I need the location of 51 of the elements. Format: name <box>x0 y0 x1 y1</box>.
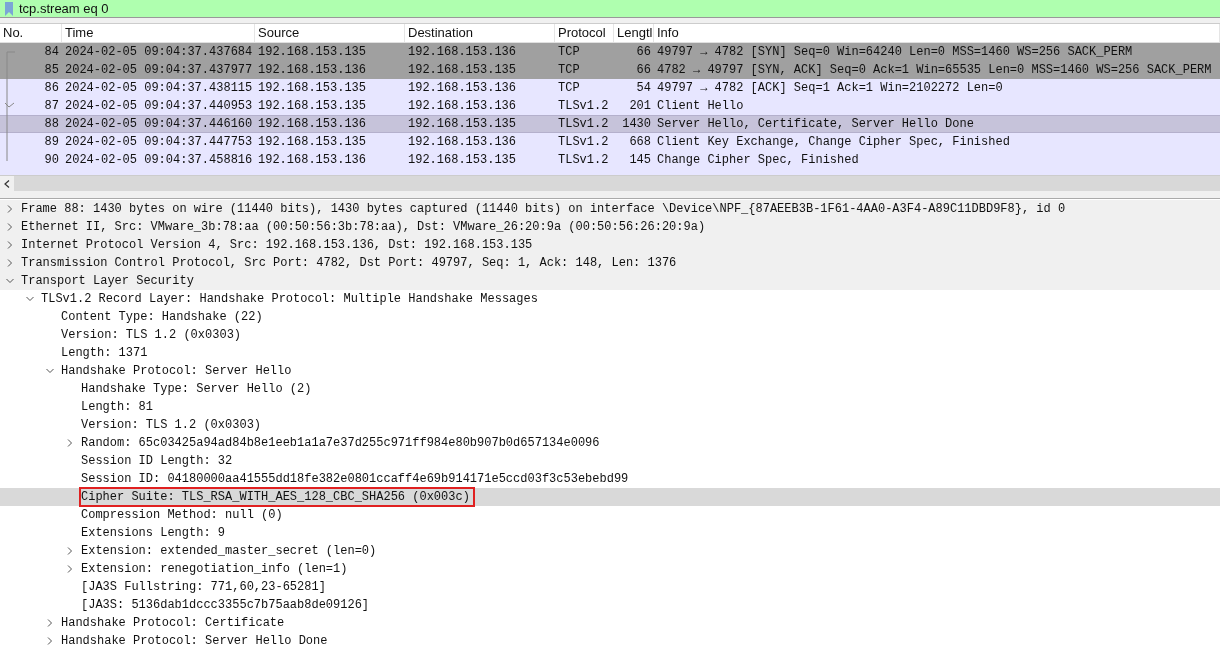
tree-item[interactable]: Handshake Protocol: Certificate <box>60 614 286 632</box>
tree-item[interactable]: Version: TLS 1.2 (0x0303) <box>80 416 263 434</box>
tree-item[interactable]: TLSv1.2 Record Layer: Handshake Protocol: Multiple Handshake Messages <box>40 290 539 308</box>
chevron-right-icon[interactable] <box>46 619 54 627</box>
chevron-right-icon[interactable] <box>6 223 14 231</box>
column-header[interactable]: Lengtl <box>614 24 654 42</box>
column-header[interactable]: Source <box>255 24 405 42</box>
packet-row[interactable]: 88 2024-02-05 09:04:37.446160 192.168.153.136 192.168.153.135 TLSv1.2 1430 Server Hello, Certificate, Server Hello Done <box>0 115 1220 133</box>
tree-item[interactable]: Content Type: Handshake (22) <box>60 308 264 326</box>
packet-row[interactable]: 84 2024-02-05 09:04:37.437684 192.168.153.135 192.168.153.136 TCP 66 49797 → 4782 [SYN] Seq=0 Win=64240 Len=0 MSS=1460 WS=256 SACK_PERM <box>0 43 1220 61</box>
tree-item[interactable]: Handshake Protocol: Server Hello Done <box>60 632 329 650</box>
chevron-down-icon[interactable] <box>46 367 54 375</box>
chevron-right-icon[interactable] <box>6 241 14 249</box>
horizontal-scrollbar[interactable] <box>0 175 1220 191</box>
packet-row[interactable]: 87 2024-02-05 09:04:37.440953 192.168.153.135 192.168.153.136 TLSv1.2 201 Client Hello <box>0 97 1220 115</box>
chevron-down-icon[interactable] <box>6 277 14 285</box>
tree-item[interactable]: Length: 1371 <box>60 344 149 362</box>
tree-item[interactable]: Extension: renegotiation_info (len=1) <box>80 560 349 578</box>
tree-item[interactable]: Extensions Length: 9 <box>80 524 227 542</box>
tree-item[interactable]: Length: 81 <box>80 398 154 416</box>
column-header[interactable]: Info <box>654 24 1220 42</box>
tree-item[interactable]: Random: 65c03425a94ad84b8e1eeb1a1a7e37d255c971ff984e80b907b0d657134e0096 <box>80 434 601 452</box>
bookmark-icon[interactable] <box>4 1 14 16</box>
tree-item[interactable]: Compression Method: null (0) <box>80 506 284 524</box>
tree-item[interactable]: Extension: extended_master_secret (len=0) <box>80 542 378 560</box>
chevron-right-icon[interactable] <box>6 205 14 213</box>
chevron-right-icon[interactable] <box>6 259 14 267</box>
tree-item[interactable]: Session ID Length: 32 <box>80 452 234 470</box>
packet-row[interactable]: 85 2024-02-05 09:04:37.437977 192.168.153.136 192.168.153.135 TCP 66 4782 → 49797 [SYN, ACK] Seq=0 Ack=1 Win=65535 Len=0 MSS=1460 WS=256 SACK_PERM <box>0 61 1220 79</box>
packet-row[interactable]: 89 2024-02-05 09:04:37.447753 192.168.153.135 192.168.153.136 TLSv1.2 668 Client Key Exchange, Change Cipher Spec, Finished <box>0 133 1220 151</box>
tree-item[interactable]: Version: TLS 1.2 (0x0303) <box>60 326 243 344</box>
tree-item[interactable]: [JA3S Fullstring: 771,60,23-65281] <box>80 578 327 596</box>
tree-item[interactable]: Session ID: 04180000aa41555dd18fe382e0801ccaff4e69b914171e5ccd03f3c53ebebd99 <box>80 470 630 488</box>
packet-row[interactable]: 86 2024-02-05 09:04:37.438115 192.168.153.135 192.168.153.136 TCP 54 49797 → 4782 [ACK] Seq=1 Ack=1 Win=2102272 Len=0 <box>0 79 1220 97</box>
display-filter-field[interactable]: tcp.stream eq 0 <box>0 0 1220 18</box>
column-header[interactable]: Time <box>62 24 255 42</box>
chevron-down-icon[interactable] <box>26 295 34 303</box>
tree-item[interactable]: Handshake Protocol: Server Hello <box>60 362 293 380</box>
arrow-left-icon[interactable] <box>4 179 10 188</box>
chevron-right-icon[interactable] <box>46 637 54 645</box>
chevron-right-icon[interactable] <box>66 547 74 555</box>
tree-item[interactable]: Cipher Suite: TLS_RSA_WITH_AES_128_CBC_SHA256 (0x003c) <box>80 488 474 506</box>
chevron-right-icon[interactable] <box>66 439 74 447</box>
tree-item[interactable]: [JA3S: 5136dab1dccc3355c7b75aab8de09126] <box>80 596 371 614</box>
chevron-right-icon[interactable] <box>66 565 74 573</box>
column-header[interactable]: No. <box>0 24 62 42</box>
column-header[interactable]: Protocol <box>555 24 614 42</box>
packet-row[interactable]: 90 2024-02-05 09:04:37.458816 192.168.153.136 192.168.153.135 TLSv1.2 145 Change Cipher Spec, Finished <box>0 151 1220 169</box>
column-header[interactable]: Destination <box>405 24 555 42</box>
tree-item[interactable]: Handshake Type: Server Hello (2) <box>80 380 313 398</box>
tree-item[interactable]: Transport Layer Security <box>20 272 195 290</box>
